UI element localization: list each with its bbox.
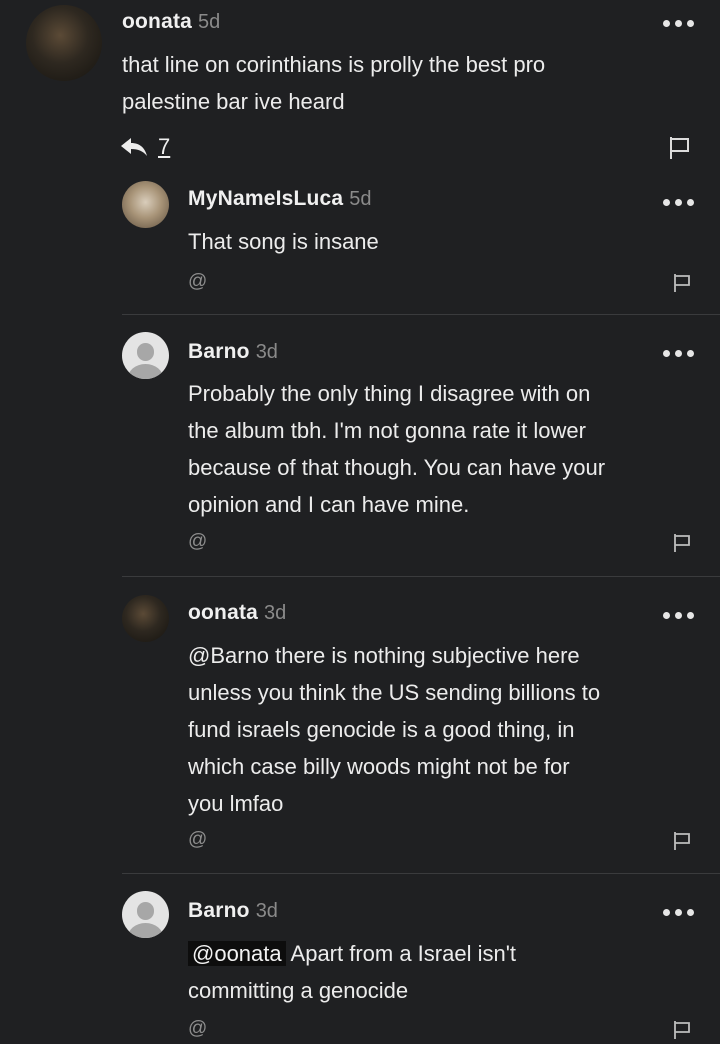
comment-oonata-1: oonata 5d that line on corinthians is pro… bbox=[0, 0, 720, 175]
timestamp: 3d bbox=[255, 900, 278, 922]
more-options-icon[interactable] bbox=[663, 909, 694, 916]
at-mention-icon[interactable]: @ bbox=[188, 829, 207, 851]
more-options-icon[interactable] bbox=[663, 20, 694, 27]
comment-oonata-2: oonata 3d @Barno there is nothing subject… bbox=[0, 577, 720, 873]
avatar[interactable] bbox=[122, 332, 169, 379]
more-options-icon[interactable] bbox=[663, 612, 694, 619]
comment-text: That song is insane bbox=[188, 229, 379, 254]
flag-icon[interactable] bbox=[672, 831, 692, 851]
reply-button[interactable]: 7 bbox=[120, 134, 170, 160]
at-mention-icon[interactable]: @ bbox=[188, 531, 207, 553]
reply-arrow-icon bbox=[121, 138, 147, 156]
flag-icon[interactable] bbox=[672, 273, 692, 293]
comment-barno-1: Barno 3d Probably the only thing I disagr… bbox=[0, 315, 720, 576]
at-mention-icon[interactable]: @ bbox=[188, 1018, 207, 1040]
avatar[interactable] bbox=[122, 891, 169, 938]
comment-text: that line on corinthians is prolly the b… bbox=[122, 52, 546, 114]
mention-link[interactable]: @oonata bbox=[188, 941, 286, 966]
comment-text: @oonata Apart from a Israel isn't commit… bbox=[188, 941, 517, 1003]
timestamp: 3d bbox=[255, 341, 278, 363]
username[interactable]: MyNameIsLuca bbox=[188, 187, 343, 210]
comment-text: @Barno there is nothing subjective here … bbox=[188, 643, 601, 816]
timestamp: 3d bbox=[264, 602, 287, 624]
at-mention-icon[interactable]: @ bbox=[188, 271, 207, 293]
flag-icon[interactable] bbox=[668, 136, 692, 160]
more-options-icon[interactable] bbox=[663, 350, 694, 357]
more-options-icon[interactable] bbox=[663, 199, 694, 206]
username[interactable]: oonata bbox=[122, 10, 192, 33]
comment-barno-2: Barno 3d @oonata Apart from a Israel isn'… bbox=[0, 874, 720, 1044]
timestamp: 5d bbox=[198, 11, 221, 33]
username[interactable]: Barno bbox=[188, 340, 250, 363]
username[interactable]: Barno bbox=[188, 899, 250, 922]
avatar[interactable] bbox=[122, 181, 169, 228]
avatar[interactable] bbox=[26, 5, 102, 81]
timestamp: 5d bbox=[349, 188, 372, 210]
flag-icon[interactable] bbox=[672, 1020, 692, 1040]
comment-text: Probably the only thing I disagree with … bbox=[188, 381, 606, 517]
avatar[interactable] bbox=[122, 595, 169, 642]
username[interactable]: oonata bbox=[188, 601, 258, 624]
reply-count[interactable]: 7 bbox=[158, 134, 170, 160]
flag-icon[interactable] bbox=[672, 533, 692, 553]
comment-mynameisluca: MyNameIsLuca 5d That song is insane @ bbox=[0, 175, 720, 315]
